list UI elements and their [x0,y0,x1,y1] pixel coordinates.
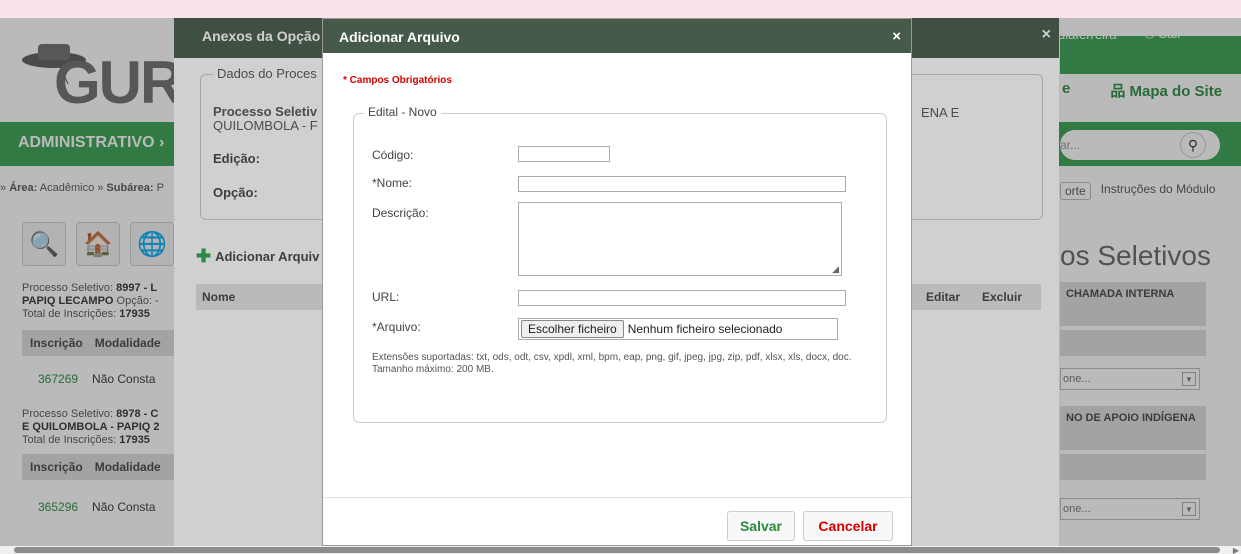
nome-input[interactable] [518,176,846,192]
save-button[interactable]: Salvar [727,511,795,541]
edital-fieldset: Edital - Novo Código: *Nome: Descrição: … [353,105,887,423]
close-icon[interactable]: × [892,28,901,45]
cancel-button[interactable]: Cancelar [803,511,893,541]
scrollbar-thumb[interactable] [14,547,1220,553]
footer-divider [323,497,911,498]
descricao-textarea[interactable]: ◢ [518,202,842,276]
url-input[interactable] [518,290,846,306]
choose-file-button[interactable]: Escolher ficheiro [521,320,624,338]
codigo-input[interactable] [518,146,610,162]
add-file-dialog-title: Adicionar Arquivo × [323,19,911,53]
resize-handle-icon[interactable]: ◢ [832,264,839,275]
file-status: Nenhum ficheiro selecionado [627,322,783,336]
scroll-right-icon[interactable]: ▶ [1233,546,1239,554]
horizontal-scrollbar[interactable]: ▶ [0,546,1241,554]
file-constraints: Extensões suportadas: txt, ods, odt, csv… [372,352,852,375]
arquivo-label: *Arquivo: [372,320,421,334]
fieldset-legend: Edital - Novo [364,105,441,119]
add-file-dialog: Adicionar Arquivo × * Campos Obrigatório… [322,18,912,546]
file-input[interactable]: Escolher ficheiro Nenhum ficheiro seleci… [518,318,838,340]
url-label: URL: [372,290,400,304]
nome-label: *Nome: [372,176,413,190]
required-fields-note: * Campos Obrigatórios [343,75,452,86]
descricao-label: Descrição: [372,206,429,220]
codigo-label: Código: [372,148,414,162]
top-stripe [0,0,1241,18]
